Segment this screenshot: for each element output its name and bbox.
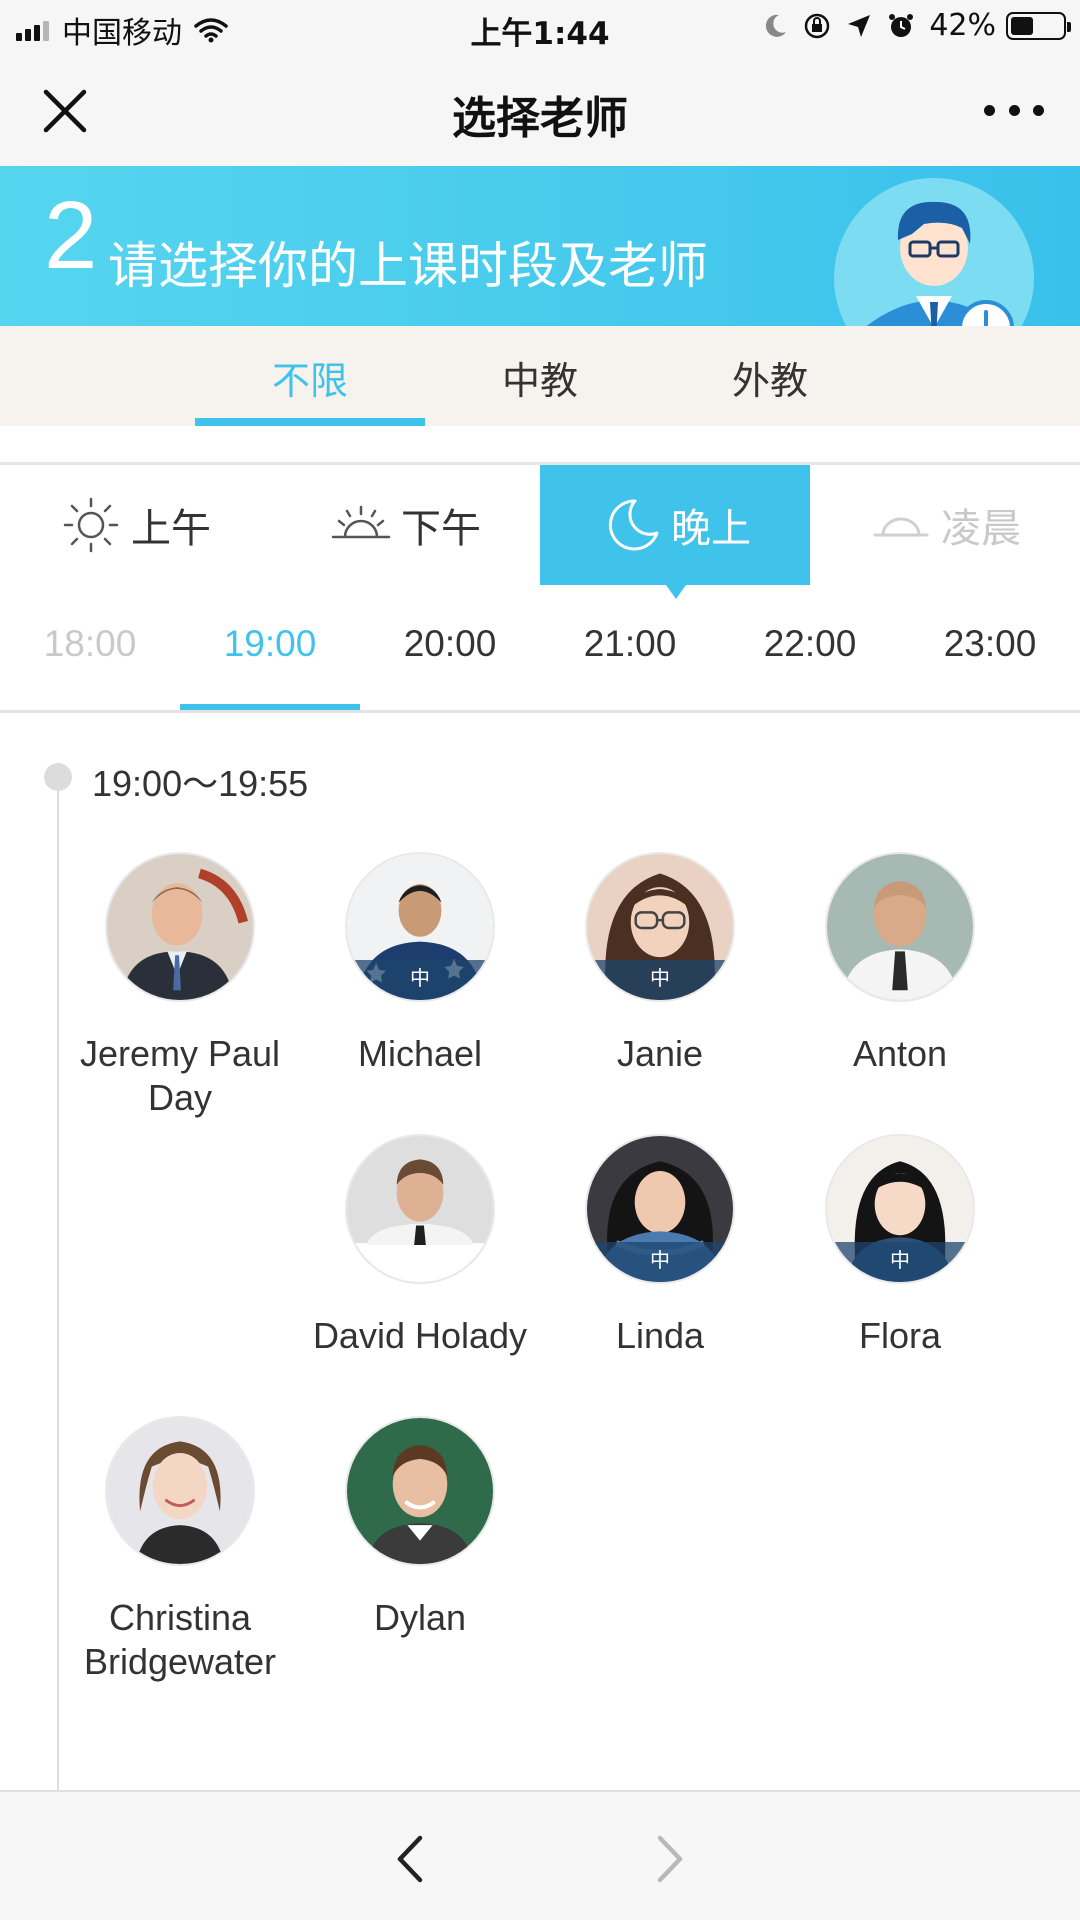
chinese-teacher-badge: 中 — [347, 960, 493, 1000]
teacher-name: Michael — [357, 1033, 483, 1074]
period-label: 上午 — [131, 506, 211, 552]
hour-tab-20[interactable]: 20:00 — [360, 623, 540, 665]
teacher-card[interactable]: Christina Bridgewater — [60, 1416, 300, 1684]
tab-any[interactable]: 不限 — [195, 350, 425, 405]
teacher-avatar: 中 — [585, 852, 735, 1002]
teacher-illustration-icon — [834, 178, 1034, 326]
teacher-name: Janie — [616, 1033, 704, 1074]
teacher-card[interactable]: 中 Janie — [540, 852, 780, 1076]
hour-tab-18[interactable]: 18:00 — [0, 623, 180, 665]
teacher-avatar — [105, 852, 255, 1002]
location-icon — [848, 14, 871, 37]
back-arrow-icon[interactable] — [388, 1832, 434, 1886]
teacher-avatar — [825, 852, 975, 1002]
teacher-card[interactable]: Dylan — [300, 1416, 540, 1640]
type-tab-indicator — [195, 418, 425, 426]
tab-chinese-teacher[interactable]: 中教 — [425, 350, 655, 405]
battery-icon — [1006, 11, 1071, 40]
teacher-avatar — [345, 1416, 495, 1566]
battery-percent: 42% — [929, 8, 996, 43]
step-number: 2 — [44, 182, 98, 289]
hour-tab-22[interactable]: 22:00 — [720, 623, 900, 665]
teacher-type-tabs: 不限 中教 外教 — [0, 326, 1080, 426]
teacher-card[interactable]: 中 Michael — [300, 852, 540, 1076]
hour-tab-21[interactable]: 21:00 — [540, 623, 720, 665]
chinese-teacher-badge: 中 — [587, 1242, 733, 1282]
teacher-avatar: 中 — [585, 1134, 735, 1284]
period-tab-morning[interactable]: 上午 — [0, 465, 270, 585]
step-banner: 2 请选择你的上课时段及老师 — [0, 166, 1080, 326]
teacher-avatar — [345, 1134, 495, 1284]
sun-icon — [63, 497, 119, 553]
teacher-name: Anton — [852, 1033, 948, 1074]
alarm-icon — [889, 13, 914, 37]
divider — [0, 710, 1080, 713]
sunset-icon — [331, 505, 391, 539]
status-right: 42% — [747, 8, 1071, 43]
teacher-name: David Holady — [312, 1315, 528, 1356]
teacher-card[interactable]: 中 Linda — [540, 1134, 780, 1358]
slot-time-range: 19:00～19:55 — [92, 763, 309, 804]
teacher-card[interactable]: Anton — [780, 852, 1020, 1076]
teacher-name: Dylan — [373, 1597, 467, 1638]
teacher-name: Linda — [615, 1315, 705, 1356]
status-bar: 中国移动 上午1:44 42% — [0, 0, 1080, 54]
do-not-disturb-icon — [766, 14, 787, 37]
teacher-name: Christina Bridgewater — [83, 1597, 277, 1682]
period-label: 凌晨 — [941, 506, 1021, 552]
period-label: 下午 — [401, 506, 481, 552]
forward-arrow-icon[interactable] — [646, 1832, 692, 1886]
teacher-avatar: 中 — [825, 1134, 975, 1284]
period-tab-late-night[interactable]: 凌晨 — [810, 465, 1080, 585]
teacher-card[interactable]: Jeremy Paul Day — [60, 852, 300, 1120]
period-tab-evening[interactable]: 晚上 — [540, 465, 810, 599]
teacher-name: Jeremy Paul Day — [79, 1033, 281, 1118]
chinese-teacher-badge: 中 — [587, 960, 733, 1000]
bottom-toolbar — [0, 1790, 1080, 1920]
banner-text: 请选择你的上课时段及老师 — [108, 237, 708, 295]
teacher-avatar — [105, 1416, 255, 1566]
hour-tab-19[interactable]: 19:00 — [180, 623, 360, 665]
chinese-teacher-badge: 中 — [827, 1242, 973, 1282]
timeline-dot — [44, 763, 72, 791]
teacher-name: Flora — [858, 1315, 942, 1356]
teacher-card[interactable]: 中 Flora — [780, 1134, 1020, 1358]
hour-tabs: 18:00 19:00 20:00 21:00 22:00 23:00 — [0, 585, 1080, 710]
moon-icon — [608, 499, 659, 551]
teacher-card[interactable]: David Holady — [300, 1134, 540, 1358]
rotation-lock-icon — [805, 13, 830, 38]
hour-tab-23[interactable]: 23:00 — [900, 623, 1080, 665]
nav-bar: 选择老师 — [0, 54, 1080, 166]
dawn-icon — [873, 517, 929, 537]
more-icon[interactable] — [984, 98, 1044, 122]
period-label: 晚上 — [671, 506, 751, 552]
period-tab-afternoon[interactable]: 下午 — [270, 465, 540, 585]
timeline-line — [57, 778, 59, 1790]
period-tabs: 上午 下午 晚上 凌晨 — [0, 465, 1080, 599]
tab-foreign-teacher[interactable]: 外教 — [655, 350, 885, 405]
teacher-avatar: 中 — [345, 852, 495, 1002]
page-title: 选择老师 — [452, 93, 628, 144]
